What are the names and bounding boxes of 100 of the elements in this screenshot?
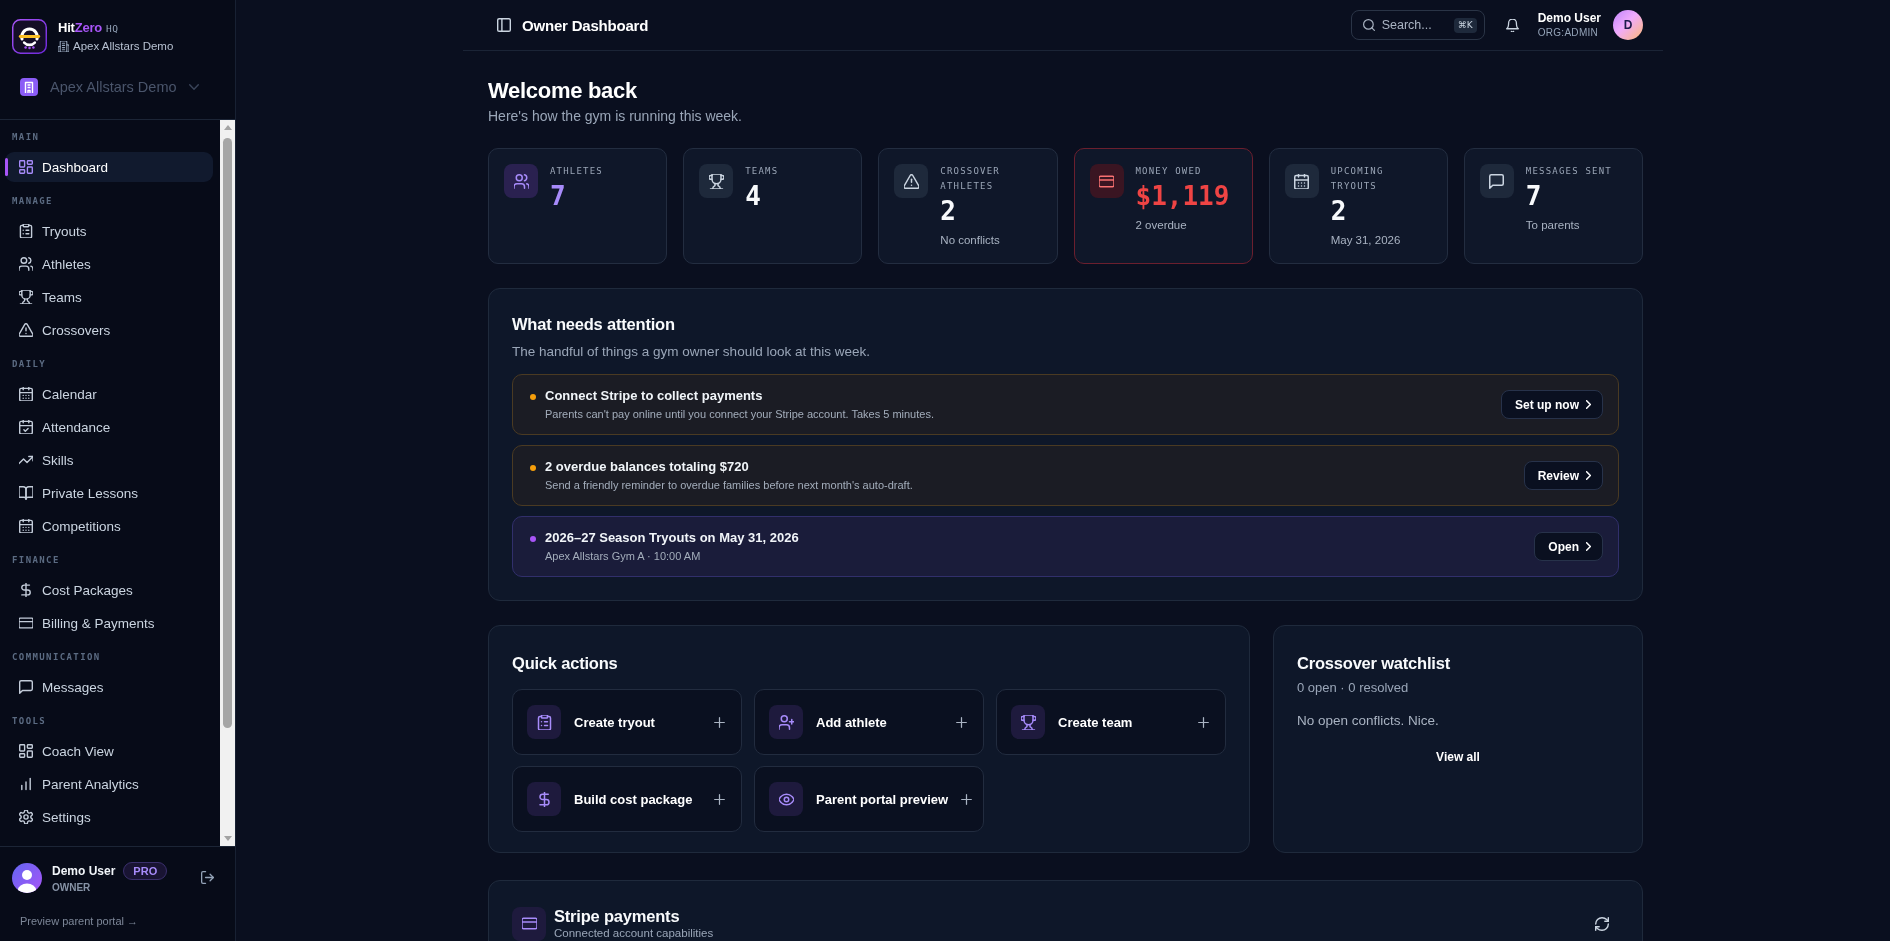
stat-label: TEAMS <box>745 165 779 178</box>
dollar-icon <box>19 583 33 597</box>
nav-item[interactable]: Competitions <box>5 511 213 541</box>
view-all-link[interactable]: View all <box>1426 743 1490 771</box>
shortcut-badge: ⌘K <box>1453 17 1477 33</box>
section-label: DAILY <box>12 358 48 371</box>
avatar-icon <box>12 862 42 893</box>
search-icon <box>1362 19 1375 31</box>
user-avatar[interactable]: D <box>1613 10 1643 40</box>
chevron-down-icon <box>188 84 199 90</box>
nav-item[interactable]: Parent Analytics <box>5 769 213 799</box>
status-dot-icon <box>530 394 536 400</box>
brand-name: HitZero <box>58 19 103 36</box>
attention-title: 2026–27 Season Tryouts on May 31, 2026 <box>545 529 799 547</box>
nav-item[interactable]: Cost Packages <box>5 575 213 605</box>
stat-label: MESSAGES SENT <box>1525 165 1612 178</box>
grid-icon <box>19 160 33 174</box>
nav-item[interactable]: Coach View <box>5 736 213 766</box>
empty-message: No open conflicts. Nice. <box>1297 712 1440 730</box>
quick-action-button[interactable]: Create team <box>996 689 1226 755</box>
section-label: MANAGE <box>12 195 54 208</box>
grid-icon <box>19 744 33 758</box>
scrollbar-thumb[interactable] <box>223 138 232 728</box>
plus-icon <box>714 793 725 805</box>
attention-title: Connect Stripe to collect payments <box>545 387 764 405</box>
credit-card-icon <box>512 906 546 941</box>
stat-value: 7 <box>1525 180 1543 212</box>
nav-item[interactable]: Settings <box>5 802 213 832</box>
stat-detail: To parents <box>1525 218 1581 233</box>
clipboard-icon <box>19 224 33 238</box>
chat-bubble-icon <box>1479 164 1514 198</box>
trophy-icon <box>19 290 33 304</box>
brand-suffix: HQ <box>106 22 119 34</box>
book-icon <box>19 486 33 500</box>
eye-icon <box>769 782 803 816</box>
nav-item[interactable]: Dashboard <box>5 152 213 182</box>
chat-bubble-icon <box>19 680 33 694</box>
search-button[interactable]: Search... ⌘K <box>1350 10 1485 40</box>
attention-detail: Send a friendly reminder to overdue families before next month's auto-draft. <box>545 478 913 493</box>
chevron-right-icon <box>1586 542 1591 551</box>
section-subtitle: The handful of things a gym owner should look at this week. <box>512 343 871 361</box>
section-title: Crossover watchlist <box>1297 653 1451 674</box>
quick-action-button[interactable]: Add athlete <box>754 689 984 755</box>
user-plus-icon <box>769 705 803 739</box>
calendar-check-icon <box>19 420 33 434</box>
stat-value: 2 <box>940 195 957 227</box>
notification-bell-icon[interactable] <box>1505 18 1519 32</box>
header-user-role: ORG:ADMIN <box>1537 26 1600 39</box>
plan-badge: PRO <box>123 862 168 880</box>
sidebar-toggle-icon[interactable] <box>497 18 511 32</box>
trophy-icon <box>699 164 734 198</box>
nav-item[interactable]: Calendar <box>5 379 213 409</box>
nav-item[interactable]: Skills <box>5 445 213 475</box>
preview-portal-link[interactable]: Preview parent portal → <box>20 914 138 929</box>
section-label: FINANCE <box>12 554 61 567</box>
stripe-subtitle: Connected account capabilities <box>554 926 714 941</box>
nav-item[interactable]: Messages <box>5 672 213 702</box>
logo-icon <box>12 19 47 54</box>
nav-item[interactable]: Billing & Payments <box>5 608 213 638</box>
nav-item[interactable]: Attendance <box>5 412 213 442</box>
user-role: OWNER <box>52 882 92 893</box>
building-icon <box>20 78 38 96</box>
nav-item[interactable]: Athletes <box>5 249 213 279</box>
action-button[interactable]: Open <box>1534 532 1603 561</box>
quick-action-button[interactable]: Parent portal preview <box>754 766 984 832</box>
section-label: TOOLS <box>12 715 48 728</box>
welcome-subtitle: Here's how the gym is running this week. <box>488 108 743 124</box>
chevron-right-icon <box>1586 471 1591 480</box>
plus-icon <box>1198 716 1209 728</box>
logout-icon[interactable] <box>201 871 214 884</box>
quick-action-button[interactable]: Build cost package <box>512 766 742 832</box>
section-label: MAIN <box>12 131 41 144</box>
refresh-icon[interactable] <box>1595 916 1609 931</box>
stat-value: 7 <box>550 180 567 212</box>
scrollbar[interactable] <box>220 120 235 846</box>
nav-item[interactable]: Tryouts <box>5 216 213 246</box>
trend-line-icon <box>19 453 33 467</box>
action-button[interactable]: Review <box>1523 461 1603 490</box>
calendar-icon <box>1284 164 1319 198</box>
users-icon <box>19 257 33 271</box>
dollar-icon <box>527 782 561 816</box>
building-icon <box>58 40 69 52</box>
nav-item[interactable]: Teams <box>5 282 213 312</box>
section-label: COMMUNICATION <box>12 651 102 664</box>
stat-detail: May 31, 2026 <box>1330 233 1402 248</box>
attention-title: 2 overdue balances totaling $720 <box>545 458 750 476</box>
users-icon <box>504 164 538 198</box>
quick-action-button[interactable]: Create tryout <box>512 689 742 755</box>
section-title: Quick actions <box>512 653 619 674</box>
page-title: Owner Dashboard <box>522 16 649 34</box>
action-button[interactable]: Set up now <box>1501 390 1603 419</box>
stat-value: 4 <box>745 180 762 212</box>
nav-item[interactable]: Crossovers <box>5 315 213 345</box>
attention-detail: Apex Allstars Gym A · 10:00 AM <box>545 549 702 564</box>
stat-detail: 2 overdue <box>1135 218 1188 233</box>
nav-item[interactable]: Private Lessons <box>5 478 213 508</box>
plus-icon <box>961 793 973 805</box>
chevron-right-icon <box>1586 400 1591 409</box>
clipboard-icon <box>527 705 561 739</box>
calendar-icon <box>19 519 33 533</box>
